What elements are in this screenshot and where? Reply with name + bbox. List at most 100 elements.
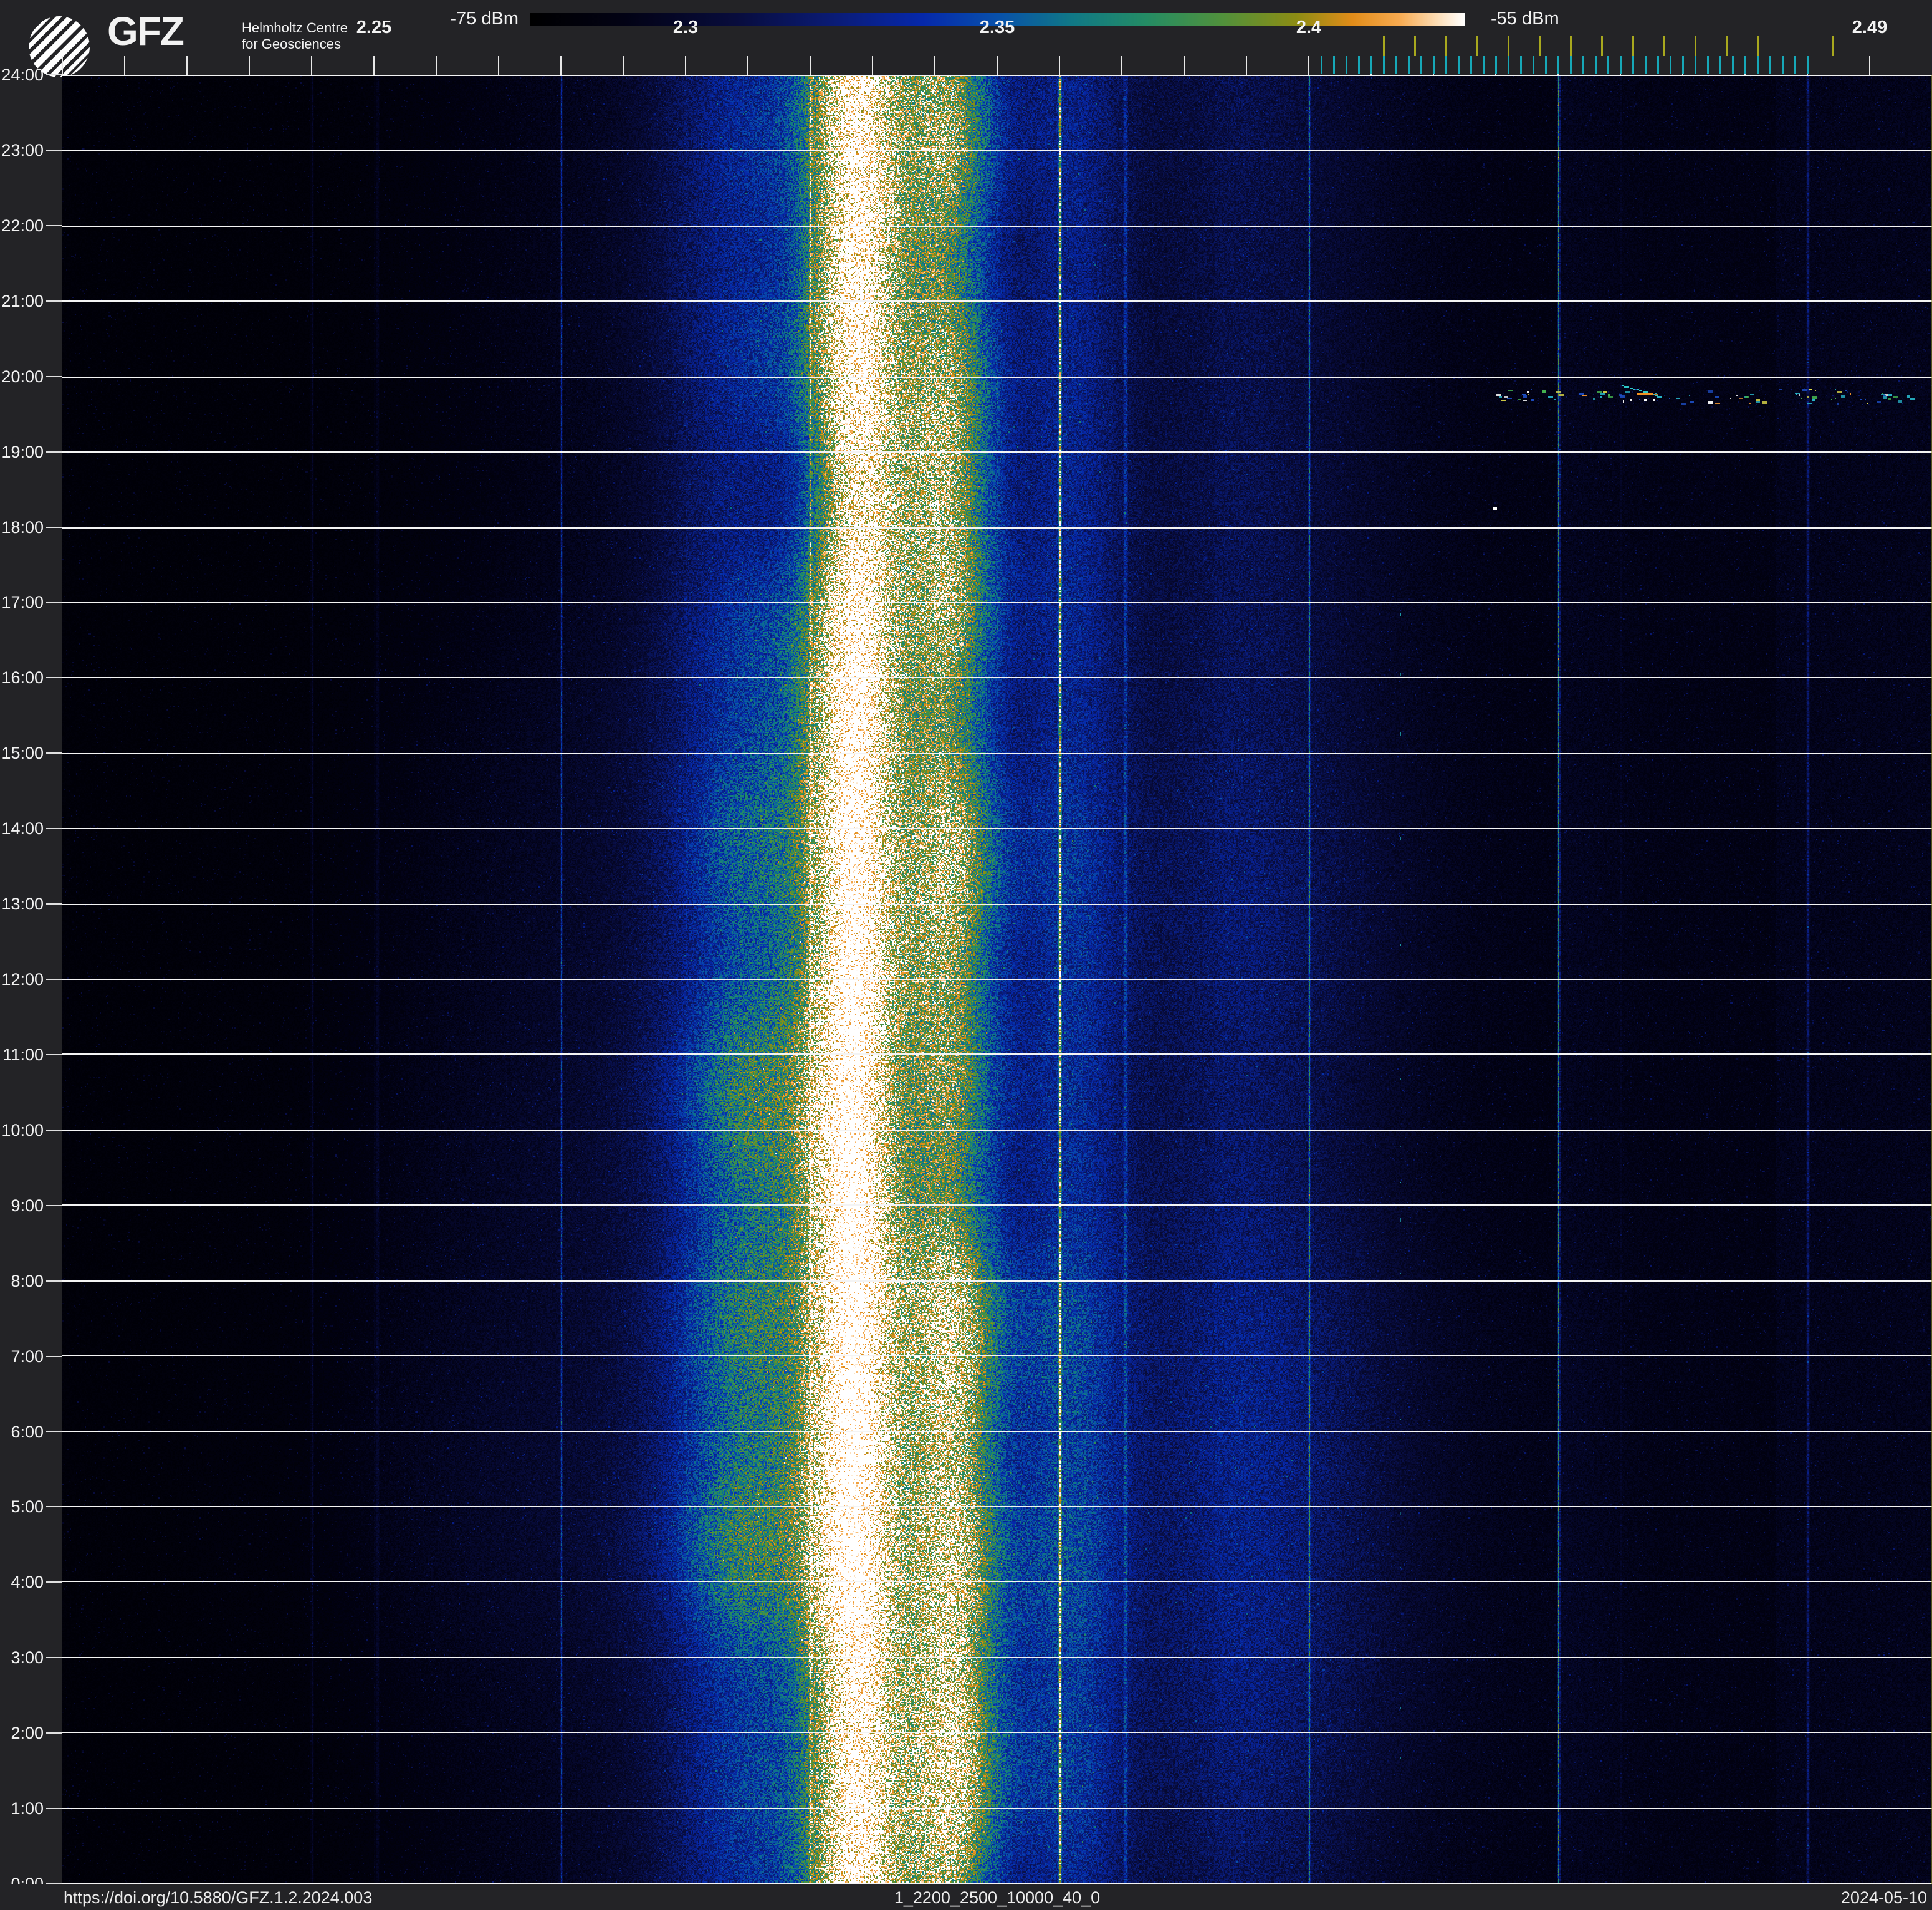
wifi-channel-tick	[1476, 36, 1478, 56]
hour-tick	[46, 526, 62, 528]
freq-minor-tick	[747, 56, 748, 75]
bluetooth-channel-tick	[1782, 56, 1784, 74]
hour-label: 18:00	[1, 517, 44, 537]
bluetooth-channel-tick	[1346, 56, 1347, 74]
hour-tick	[46, 752, 62, 754]
hour-tick	[46, 1129, 62, 1131]
freq-minor-tick	[560, 56, 562, 75]
bluetooth-channel-tick	[1794, 56, 1796, 74]
hour-tick	[46, 602, 62, 603]
gfz-logo-text: GFZ	[107, 9, 184, 54]
hour-tick	[46, 903, 62, 905]
date-label: 2024-05-10	[1840, 1888, 1927, 1907]
hour-label: 23:00	[1, 140, 44, 160]
bluetooth-channel-tick	[1483, 56, 1485, 74]
freq-minor-tick	[124, 56, 125, 75]
bluetooth-channel-tick	[1495, 56, 1497, 74]
bluetooth-channel-tick	[1545, 56, 1547, 74]
freq-minor-tick	[1121, 56, 1122, 75]
hour-tick	[46, 1808, 62, 1810]
hour-tick	[46, 1732, 62, 1734]
bluetooth-channel-tick	[1370, 56, 1372, 74]
wifi-channel-tick	[1601, 36, 1603, 56]
bluetooth-channel-tick	[1420, 56, 1422, 74]
hour-tick	[46, 828, 62, 830]
hour-label: 9:00	[11, 1196, 44, 1215]
freq-tick-label: 2.3	[672, 17, 699, 37]
hour-tick	[46, 1581, 62, 1583]
freq-minor-tick	[62, 56, 63, 75]
bluetooth-channel-tick	[1769, 56, 1771, 74]
hour-label: 16:00	[1, 668, 44, 688]
freq-minor-tick	[373, 56, 375, 75]
hour-tick	[46, 1506, 62, 1508]
hour-tick	[46, 375, 62, 377]
bluetooth-channel-tick	[1408, 56, 1410, 74]
bluetooth-channel-tick	[1657, 56, 1659, 74]
hour-label: 3:00	[11, 1648, 44, 1668]
bluetooth-channel-tick	[1358, 56, 1360, 74]
wifi-channel-tick	[1414, 36, 1416, 56]
bluetooth-channel-tick	[1333, 56, 1335, 74]
freq-minor-tick	[872, 56, 873, 75]
bluetooth-channel-tick	[1557, 56, 1559, 74]
freq-tick-label: 2.35	[979, 17, 1015, 37]
hour-label: 1:00	[11, 1799, 44, 1818]
hour-label: 10:00	[1, 1120, 44, 1140]
footer-bar: https://doi.org/10.5880/GFZ.1.2.2024.003…	[0, 1884, 1932, 1910]
wifi-channel-tick	[1539, 36, 1541, 56]
bluetooth-channel-tick	[1632, 56, 1634, 74]
bluetooth-channel-tick	[1395, 56, 1397, 74]
wifi-channel-tick	[1832, 36, 1834, 56]
wifi-channel-tick	[1570, 36, 1572, 56]
hour-tick	[46, 300, 62, 302]
freq-minor-tick	[249, 56, 250, 75]
hour-label: 13:00	[1, 895, 44, 914]
hour-tick	[46, 74, 62, 75]
wifi-channel-tick	[1445, 36, 1447, 56]
bluetooth-channel-tick	[1670, 56, 1671, 74]
wifi-channel-tick	[1757, 36, 1759, 56]
bluetooth-channel-tick	[1321, 56, 1322, 74]
bluetooth-channel-tick	[1707, 56, 1709, 74]
hour-tick	[46, 1280, 62, 1282]
hour-label: 14:00	[1, 819, 44, 838]
bluetooth-channel-tick	[1719, 56, 1721, 74]
bluetooth-channel-tick	[1757, 56, 1759, 74]
hour-label: 24:00	[1, 65, 44, 84]
hour-tick	[46, 1053, 62, 1055]
freq-minor-tick	[810, 56, 811, 75]
hour-tick	[46, 1431, 62, 1432]
freq-minor-tick	[1246, 56, 1247, 75]
wifi-channel-tick	[1663, 36, 1665, 56]
bluetooth-channel-tick	[1645, 56, 1647, 74]
hour-label: 22:00	[1, 216, 44, 235]
hour-label: 20:00	[1, 367, 44, 386]
hour-label: 11:00	[2, 1045, 44, 1064]
wifi-channel-tick	[1508, 36, 1509, 56]
hour-label: 15:00	[1, 744, 44, 763]
freq-minor-tick	[498, 56, 499, 75]
freq-minor-tick	[186, 56, 188, 75]
bluetooth-channel-tick	[1508, 56, 1509, 74]
hour-tick	[46, 677, 62, 679]
hour-tick	[46, 1355, 62, 1357]
bluetooth-channel-tick	[1470, 56, 1472, 74]
hour-label: 4:00	[11, 1573, 44, 1592]
hour-tick	[46, 149, 62, 151]
bluetooth-channel-tick	[1682, 56, 1684, 74]
org-name-line2: for Geosciences	[242, 36, 341, 52]
bluetooth-channel-tick	[1595, 56, 1597, 74]
freq-minor-tick	[623, 56, 624, 75]
freq-tick-label: 2.4	[1296, 17, 1322, 37]
freq-minor-tick	[436, 56, 437, 75]
hour-label: 21:00	[1, 291, 44, 310]
colorbar-max-label: -55 dBm	[1491, 9, 1559, 29]
hour-label: 6:00	[11, 1422, 44, 1441]
hour-tick	[46, 979, 62, 980]
hour-label: 12:00	[1, 970, 44, 989]
spectrogram-heatmap	[62, 75, 1932, 1884]
freq-minor-tick	[1059, 56, 1060, 75]
freq-minor-tick	[997, 56, 998, 75]
bluetooth-channel-tick	[1458, 56, 1460, 74]
